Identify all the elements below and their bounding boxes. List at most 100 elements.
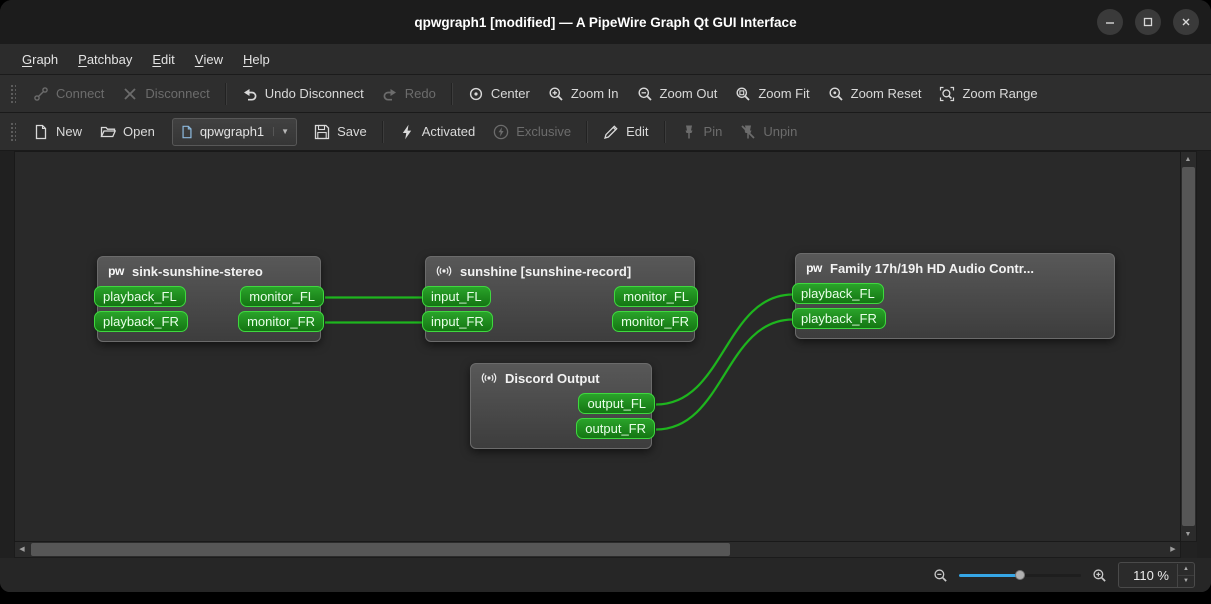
new-document-icon xyxy=(33,124,49,140)
edit-label: Edit xyxy=(626,124,649,139)
redo-button[interactable]: Redo xyxy=(373,79,445,109)
zoom-out-button[interactable]: Zoom Out xyxy=(628,79,727,109)
zoom-reset-button[interactable]: Zoom Reset xyxy=(819,79,931,109)
activated-bolt-icon xyxy=(399,124,415,140)
zoom-in-label: Zoom In xyxy=(570,86,619,101)
minimize-button[interactable] xyxy=(1097,9,1123,35)
open-label: Open xyxy=(123,124,155,139)
horizontal-scrollbar[interactable]: ◀ ▶ xyxy=(14,542,1181,558)
port-monitor_FR[interactable]: monitor_FR xyxy=(238,311,324,332)
pin-icon xyxy=(681,124,697,140)
node-title: Discord Output xyxy=(505,370,600,386)
node-sink[interactable]: pw sink-sunshine-stereo playback_FL monitor… xyxy=(94,256,324,342)
toolbar-grip[interactable] xyxy=(10,83,16,104)
titlebar[interactable]: qpwgraph1 [modified] — A PipeWire Graph … xyxy=(0,0,1211,44)
close-icon xyxy=(1179,15,1193,29)
toolbar-separator xyxy=(450,82,453,105)
disconnect-button[interactable]: Disconnect xyxy=(113,79,218,109)
zoom-percent-spinbox[interactable]: 110 % ▲ ▼ xyxy=(1118,562,1195,588)
node-title: sunshine [sunshine-record] xyxy=(460,263,632,279)
node-sunshine[interactable]: sunshine [sunshine-record] input_FL monito… xyxy=(422,256,698,342)
patchbay-file-combo[interactable]: qpwgraph1 ▼ xyxy=(171,117,298,146)
spin-up-arrow-icon[interactable]: ▲ xyxy=(1178,564,1194,576)
unpin-button[interactable]: Unpin xyxy=(731,117,806,147)
graph-toolbar: Connect Disconnect Undo Disconnect Redo … xyxy=(0,75,1211,113)
connect-icon xyxy=(33,86,49,102)
scroll-down-arrow-icon[interactable]: ▼ xyxy=(1181,527,1195,541)
disconnect-label: Disconnect xyxy=(145,86,210,101)
zoom-in-small-icon[interactable] xyxy=(1092,568,1107,583)
port-monitor_FR[interactable]: monitor_FR xyxy=(612,311,698,332)
zoom-out-small-icon[interactable] xyxy=(933,568,948,583)
toolbar-separator xyxy=(663,120,666,143)
zoom-slider-handle[interactable] xyxy=(1015,570,1025,580)
zoom-reset-label: Zoom Reset xyxy=(850,86,922,101)
toolbar-separator xyxy=(586,120,589,143)
zoom-slider-fill xyxy=(959,574,1020,577)
new-label: New xyxy=(56,124,83,139)
vertical-scrollbar[interactable]: ▲ ▼ xyxy=(1181,151,1197,542)
zoom-slider[interactable] xyxy=(959,568,1081,582)
exclusive-label: Exclusive xyxy=(516,124,572,139)
exclusive-button[interactable]: Exclusive xyxy=(484,117,580,147)
menu-view[interactable]: View xyxy=(185,44,233,74)
zoom-in-icon xyxy=(548,86,564,102)
menu-patchbay[interactable]: Patchbay xyxy=(68,44,142,74)
open-button[interactable]: Open xyxy=(91,117,164,147)
zoom-in-button[interactable]: Zoom In xyxy=(539,79,628,109)
graph-canvas[interactable]: pw sink-sunshine-stereo playback_FL monitor… xyxy=(14,151,1181,542)
scroll-left-arrow-icon[interactable]: ◀ xyxy=(15,542,29,556)
vertical-scrollbar-thumb[interactable] xyxy=(1182,167,1195,526)
redo-label: Redo xyxy=(404,86,436,101)
cable-layer xyxy=(324,293,794,431)
center-button[interactable]: Center xyxy=(459,79,539,109)
node-title: sink-sunshine-stereo xyxy=(132,263,263,279)
scroll-right-arrow-icon[interactable]: ▶ xyxy=(1166,542,1180,556)
save-button[interactable]: Save xyxy=(305,117,376,147)
zoom-reset-icon xyxy=(828,86,844,102)
port-playback_FL[interactable]: playback_FL xyxy=(792,283,884,304)
port-playback_FR[interactable]: playback_FR xyxy=(94,311,188,332)
scrollbar-corner xyxy=(1181,542,1197,558)
patchbay-file-icon xyxy=(180,125,194,139)
connect-button[interactable]: Connect xyxy=(24,79,113,109)
port-output_FR[interactable]: output_FR xyxy=(576,418,655,439)
edit-button[interactable]: Edit xyxy=(594,117,657,147)
undo-disconnect-label: Undo Disconnect xyxy=(264,86,364,101)
zoom-fit-button[interactable]: Zoom Fit xyxy=(726,79,818,109)
horizontal-scrollbar-thumb[interactable] xyxy=(31,543,730,556)
port-input_FL[interactable]: input_FL xyxy=(422,286,491,307)
port-output_FL[interactable]: output_FL xyxy=(578,393,655,414)
menu-help[interactable]: Help xyxy=(233,44,280,74)
menu-edit[interactable]: Edit xyxy=(142,44,184,74)
zoom-percent-value[interactable]: 110 % xyxy=(1119,568,1177,583)
toolbar-grip[interactable] xyxy=(10,121,16,142)
new-button[interactable]: New xyxy=(24,117,91,147)
maximize-button[interactable] xyxy=(1135,9,1161,35)
window-controls xyxy=(1097,0,1199,44)
spin-down-arrow-icon[interactable]: ▼ xyxy=(1178,576,1194,587)
activated-button[interactable]: Activated xyxy=(390,117,484,147)
desktop-background: qpwgraph1 [modified] — A PipeWire Graph … xyxy=(0,0,1211,604)
undo-icon xyxy=(242,86,258,102)
port-monitor_FL[interactable]: monitor_FL xyxy=(240,286,324,307)
port-playback_FL[interactable]: playback_FL xyxy=(94,286,186,307)
chevron-down-icon: ▼ xyxy=(273,127,289,136)
port-monitor_FL[interactable]: monitor_FL xyxy=(614,286,698,307)
menu-graph[interactable]: Graph xyxy=(12,44,68,74)
patchbay-file-value: qpwgraph1 xyxy=(199,124,265,139)
exclusive-bolt-icon xyxy=(493,124,509,140)
open-folder-icon xyxy=(100,124,117,140)
pin-button[interactable]: Pin xyxy=(672,117,732,147)
zoom-range-button[interactable]: Zoom Range xyxy=(930,79,1046,109)
connect-label: Connect xyxy=(56,86,105,101)
node-discord[interactable]: Discord Output output_FL output_FR xyxy=(470,363,655,449)
close-button[interactable] xyxy=(1173,9,1199,35)
undo-disconnect-button[interactable]: Undo Disconnect xyxy=(233,79,373,109)
activated-label: Activated xyxy=(421,124,476,139)
port-input_FR[interactable]: input_FR xyxy=(422,311,493,332)
qpwgraph-window: qpwgraph1 [modified] — A PipeWire Graph … xyxy=(0,0,1211,592)
node-family[interactable]: pw Family 17h/19h HD Audio Contr... playba… xyxy=(792,253,1115,339)
scroll-up-arrow-icon[interactable]: ▲ xyxy=(1181,152,1195,166)
port-playback_FR[interactable]: playback_FR xyxy=(792,308,886,329)
